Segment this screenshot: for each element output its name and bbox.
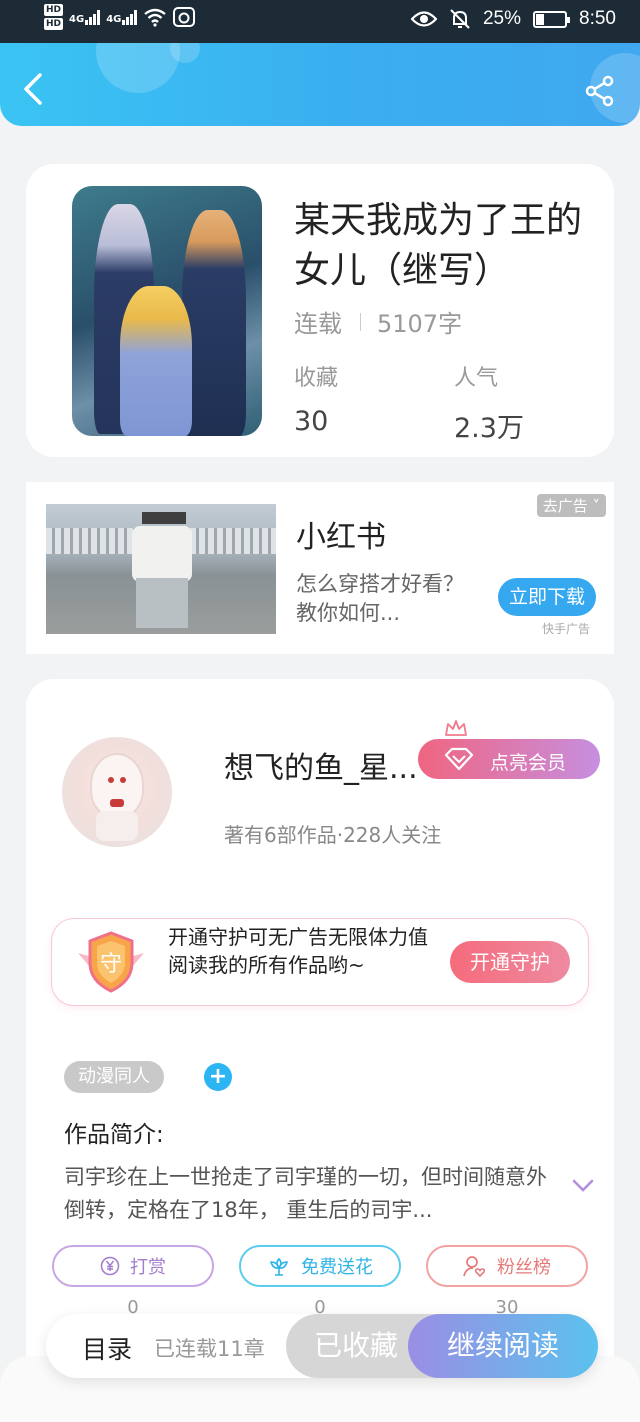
download-button[interactable]: 立即下载 [498,578,596,616]
remove-ad-label: 去广告 [542,497,588,515]
share-button[interactable] [584,75,616,107]
ad-card[interactable]: 小红书 怎么穿搭才好看？教你如何... 去广告 ˅ 立即下载 快手广告 [26,482,614,654]
network-type-1: 4G [69,14,85,25]
toc-button[interactable]: 目录 [82,1330,132,1366]
ad-description: 怎么穿搭才好看？教你如何... [296,572,464,625]
popularity-stat: 人气 2.3万 [454,360,524,445]
popularity-label: 人气 [454,366,499,391]
status-bar: HD HD 4G 4G 25% 8:50 [0,0,640,43]
yen-icon [100,1256,120,1276]
reward-label: 打赏 [130,1257,166,1278]
favorites-stat: 收藏 30 [294,360,338,437]
guard-shield-icon: 守 [78,931,144,993]
flower-icon [269,1257,289,1276]
hd-badge-2: HD [44,18,64,30]
author-card: 想飞的鱼_星... 点亮会员 著有6部作品·228人关注 守 开通守护可无广告无… [26,679,614,1399]
book-title: 某天我成为了王的女儿（继写） [294,200,583,291]
reward-button[interactable]: 打赏 [52,1245,214,1287]
eye-icon [410,11,437,27]
diamond-icon [444,747,474,771]
author-name[interactable]: 想飞的鱼_星... [224,743,418,787]
top-header [0,43,640,126]
meta-divider [360,312,361,331]
send-flower-button[interactable]: 免费送花 [239,1245,401,1287]
chevron-down-icon: ˅ [587,497,600,515]
ad-image[interactable] [46,504,276,634]
status-left: HD HD 4G 4G [44,4,196,30]
intro-heading: 作品简介: [64,1122,164,1148]
battery-percent: 25% [482,8,522,29]
genre-tag[interactable]: 动漫同人 [64,1061,164,1093]
network-type-2: 4G [106,14,122,25]
book-meta: 连载 5107字 [294,304,462,339]
back-button[interactable] [20,71,48,107]
send-flower-label: 免费送花 [301,1257,373,1278]
signal-2: 4G [106,9,138,25]
open-guard-button[interactable]: 开通守护 [450,941,570,983]
user-heart-icon [463,1256,486,1277]
continue-reading-button[interactable]: 继续阅读 [408,1314,598,1378]
chapter-count: 已连载11章 [154,1337,265,1361]
favorites-label: 收藏 [294,366,339,391]
book-info-card: 某天我成为了王的女儿（继写） 连载 5107字 收藏 30 人气 2.3万 [26,164,614,457]
author-avatar[interactable] [62,737,172,847]
bell-muted-icon [450,9,470,29]
guard-banner[interactable]: 守 开通守护可无广告无限体力值阅读我的所有作品哟~ 开通守护 [52,919,588,1005]
hd-badge-1: HD [44,4,64,16]
book-status: 连载 [294,310,342,338]
bottom-action-bar: 目录 已连载11章 已收藏 继续阅读 [46,1314,598,1378]
signal-bars-icon [122,9,138,25]
fan-ranking-button[interactable]: 粉丝榜 [426,1245,588,1287]
remove-ad-button[interactable]: 去广告 ˅ [536,494,606,517]
add-tag-button[interactable]: + [204,1063,232,1091]
vip-label: 点亮会员 [490,752,567,774]
popularity-value: 2.3万 [454,413,524,444]
favorites-value: 30 [294,406,329,437]
crown-icon [445,720,467,736]
guard-text: 开通守护可无广告无限体力值阅读我的所有作品哟~ [168,925,428,977]
signal-bars-icon [85,9,101,25]
book-cover-image[interactable] [72,186,262,436]
ad-source: 快手广告 [541,622,590,636]
wifi-icon [144,8,167,27]
battery-charging-icon [533,10,571,28]
app-notification-icon [173,7,196,27]
clock: 8:50 [579,8,616,29]
intro-text: 司宇珍在上一世抢走了司宇瑾的一切，但时间随意外倒转，定格在了18年， 重生后的司… [64,1165,547,1222]
status-right: 25% 8:50 [410,8,616,30]
book-word-count: 5107字 [377,310,463,338]
decor-bubble [96,43,180,93]
ad-title: 小红书 [296,520,386,555]
vip-button[interactable]: 点亮会员 [418,739,600,779]
fan-ranking-label: 粉丝榜 [497,1257,551,1278]
signal-1: 4G [69,9,101,25]
guard-badge-text: 守 [100,952,122,977]
author-stats: 著有6部作品·228人关注 [224,823,442,847]
chevron-down-icon[interactable] [572,1179,594,1193]
hd-badges: HD HD [44,4,64,30]
